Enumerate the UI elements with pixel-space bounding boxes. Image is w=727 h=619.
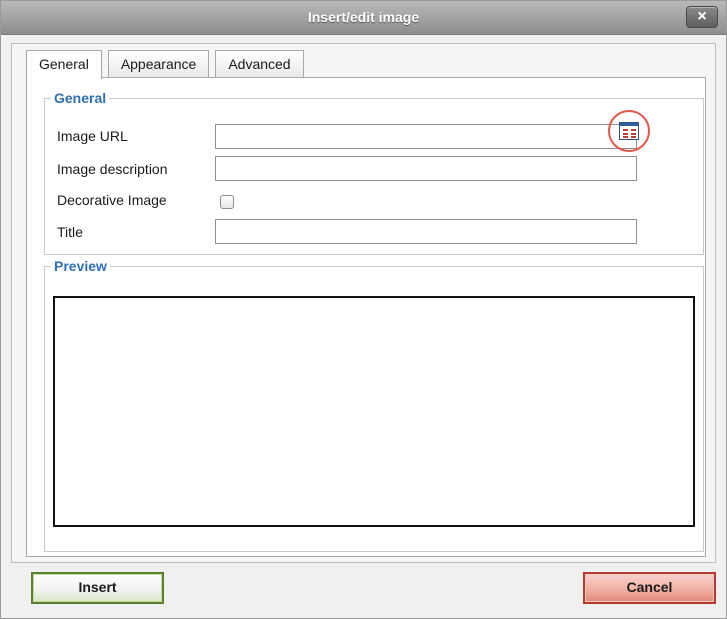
insert-edit-image-dialog: Insert/edit image × General Appearance A…	[0, 0, 727, 619]
image-description-label: Image description	[57, 161, 168, 177]
general-legend: General	[54, 90, 107, 106]
image-description-input[interactable]	[215, 156, 637, 181]
tab-appearance[interactable]: Appearance	[107, 50, 210, 77]
file-browser-icon[interactable]	[619, 122, 639, 140]
dialog-titlebar[interactable]: Insert/edit image ×	[1, 1, 726, 35]
image-url-label: Image URL	[57, 128, 128, 144]
tab-panel-general: General Image URL Image description Deco…	[26, 77, 706, 557]
decorative-image-label: Decorative Image	[57, 192, 167, 208]
tab-advanced[interactable]: Advanced	[215, 50, 304, 77]
tab-general[interactable]: General	[26, 50, 102, 79]
decorative-image-checkbox[interactable]	[220, 195, 234, 209]
preview-area	[53, 296, 695, 527]
close-button[interactable]: ×	[686, 6, 718, 28]
dialog-title: Insert/edit image	[307, 9, 420, 25]
cancel-button[interactable]: Cancel	[583, 572, 716, 604]
insert-button[interactable]: Insert	[31, 572, 164, 604]
preview-legend: Preview	[54, 258, 107, 274]
tab-bar: General Appearance Advanced	[26, 50, 310, 79]
preview-fieldset: Preview	[44, 258, 704, 552]
title-input[interactable]	[215, 219, 637, 244]
image-url-input[interactable]	[215, 124, 637, 149]
title-label: Title	[57, 224, 83, 240]
general-fieldset: General Image URL Image description Deco…	[44, 90, 704, 255]
dialog-content: General Appearance Advanced General Imag…	[11, 43, 716, 563]
browse-highlight	[608, 110, 650, 152]
close-icon: ×	[697, 8, 707, 25]
